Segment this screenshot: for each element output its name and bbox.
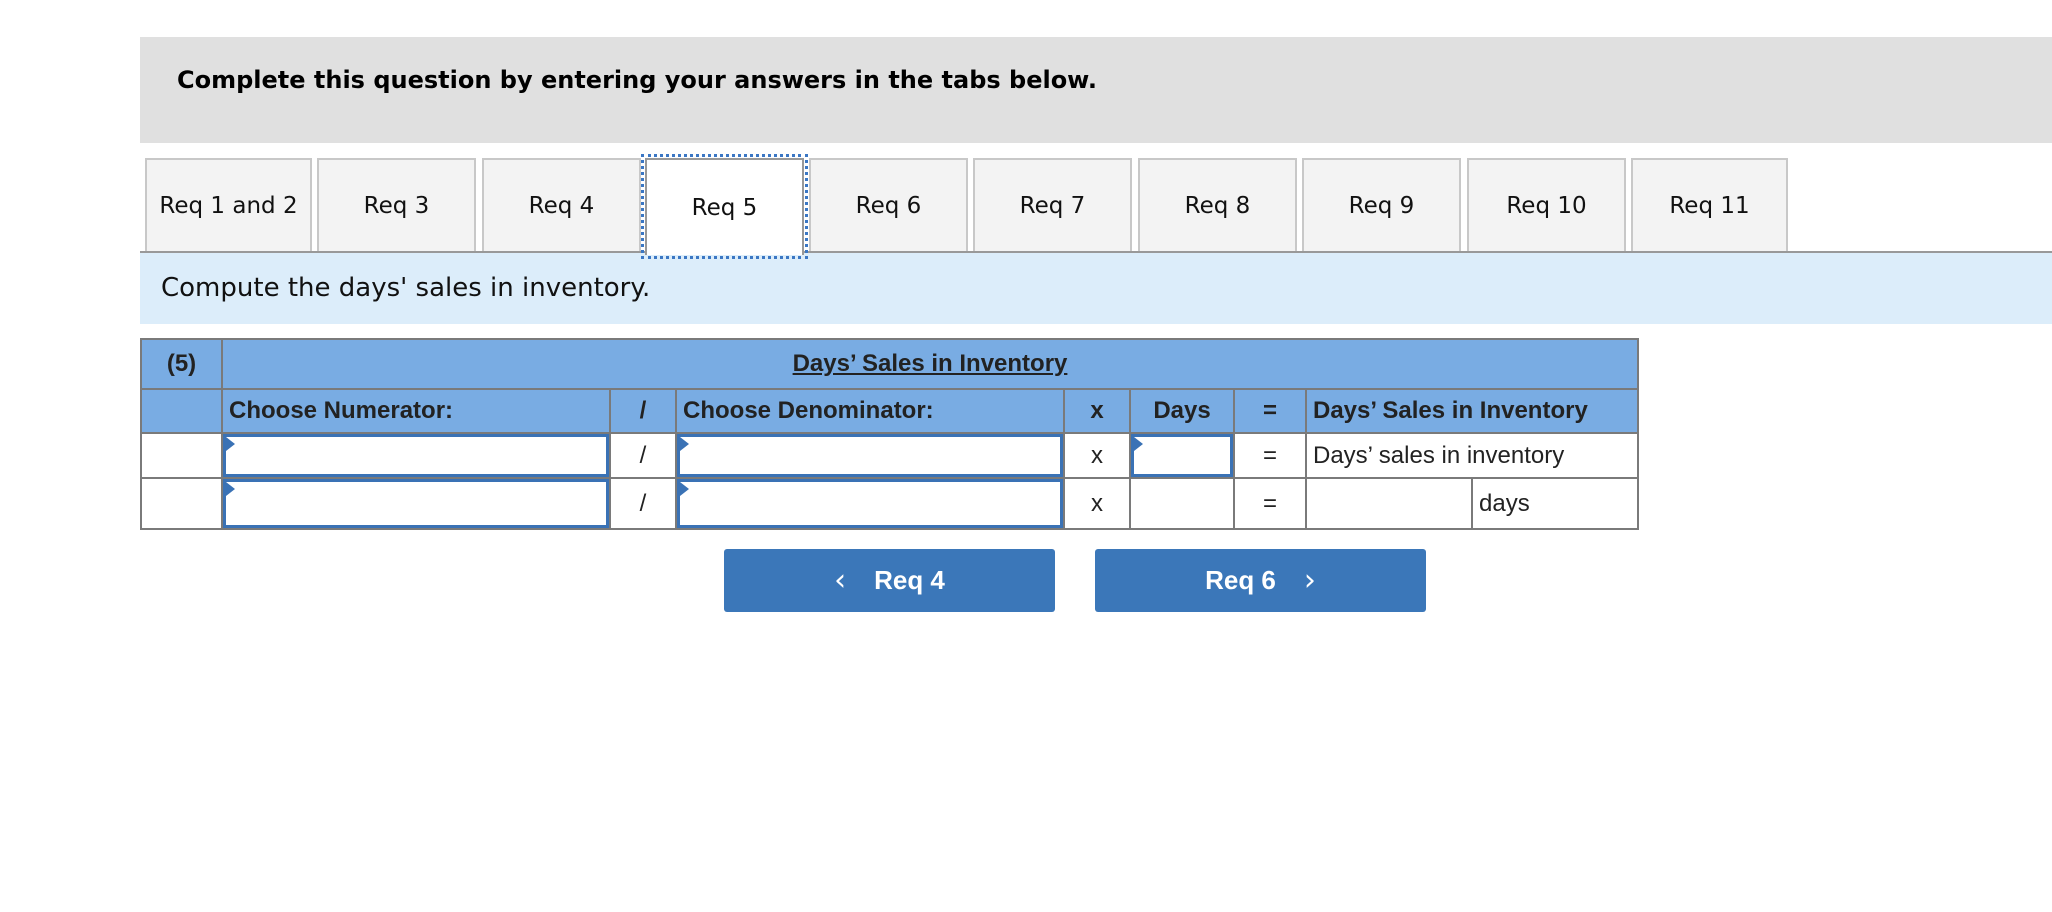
- tab-req-1-and-2[interactable]: Req 1 and 2: [145, 158, 312, 251]
- result-value[interactable]: [1307, 479, 1471, 528]
- result-input[interactable]: [1305, 477, 1473, 530]
- tab-req-7[interactable]: Req 7: [973, 158, 1132, 251]
- times-sign: x: [1063, 432, 1131, 479]
- days-dropdown-1[interactable]: [1129, 432, 1235, 479]
- header-divide: /: [609, 388, 677, 434]
- divide-sign: /: [609, 432, 677, 479]
- next-req-button[interactable]: Req 6 ›: [1095, 549, 1426, 612]
- header-denominator: Choose Denominator:: [675, 388, 1065, 434]
- tab-req-6[interactable]: Req 6: [809, 158, 968, 251]
- equals-sign: =: [1233, 432, 1307, 479]
- result-unit: days: [1471, 477, 1639, 530]
- table-row: / x = days: [140, 477, 1639, 530]
- numerator-select-1[interactable]: [223, 434, 609, 477]
- days-input-2[interactable]: [1129, 477, 1235, 530]
- tab-req-4[interactable]: Req 4: [482, 158, 641, 251]
- denominator-select-2[interactable]: [677, 479, 1063, 528]
- table-row: / x = Days’ sales in inventory: [140, 432, 1639, 479]
- prev-req-button[interactable]: ‹ Req 4: [724, 549, 1055, 612]
- numerator-select-2[interactable]: [223, 479, 609, 528]
- numerator-dropdown-1[interactable]: [221, 432, 611, 479]
- header-blank: [140, 388, 223, 434]
- tab-req-9[interactable]: Req 9: [1302, 158, 1461, 251]
- header-equals: =: [1233, 388, 1307, 434]
- days-sales-table: (5) Days’ Sales in Inventory Choose Nume…: [140, 338, 1639, 530]
- tab-req-3[interactable]: Req 3: [317, 158, 476, 251]
- table-title-text: Days’ Sales in Inventory: [792, 350, 1068, 377]
- days-value-2[interactable]: [1131, 479, 1233, 528]
- tab-req-10[interactable]: Req 10: [1467, 158, 1626, 251]
- header-result: Days’ Sales in Inventory: [1305, 388, 1639, 434]
- tab-req-11[interactable]: Req 11: [1631, 158, 1788, 251]
- prev-req-label: Req 4: [874, 565, 945, 595]
- question-banner: Complete this question by entering your …: [140, 37, 2052, 143]
- header-days: Days: [1129, 388, 1235, 434]
- chevron-left-icon: ‹: [834, 563, 847, 598]
- result-label: Days’ sales in inventory: [1305, 432, 1639, 479]
- instruction-band: Compute the days' sales in inventory.: [140, 253, 2052, 324]
- header-times: x: [1063, 388, 1131, 434]
- numerator-dropdown-2[interactable]: [221, 477, 611, 530]
- denominator-select-1[interactable]: [677, 434, 1063, 477]
- banner-text: Complete this question by entering your …: [177, 66, 1097, 94]
- next-req-label: Req 6: [1205, 565, 1276, 595]
- header-numerator: Choose Numerator:: [221, 388, 611, 434]
- table-title: Days’ Sales in Inventory: [221, 338, 1639, 390]
- part-label: (5): [140, 338, 223, 390]
- row-label: [140, 432, 223, 479]
- days-select-1[interactable]: [1131, 434, 1233, 477]
- times-sign: x: [1063, 477, 1131, 530]
- tab-req-5[interactable]: Req 5: [641, 154, 808, 259]
- chevron-right-icon: ›: [1303, 563, 1316, 598]
- instruction-text: Compute the days' sales in inventory.: [161, 273, 651, 303]
- divide-sign: /: [609, 477, 677, 530]
- tab-req-8[interactable]: Req 8: [1138, 158, 1297, 251]
- denominator-dropdown-1[interactable]: [675, 432, 1065, 479]
- denominator-dropdown-2[interactable]: [675, 477, 1065, 530]
- equals-sign: =: [1233, 477, 1307, 530]
- row-label: [140, 477, 223, 530]
